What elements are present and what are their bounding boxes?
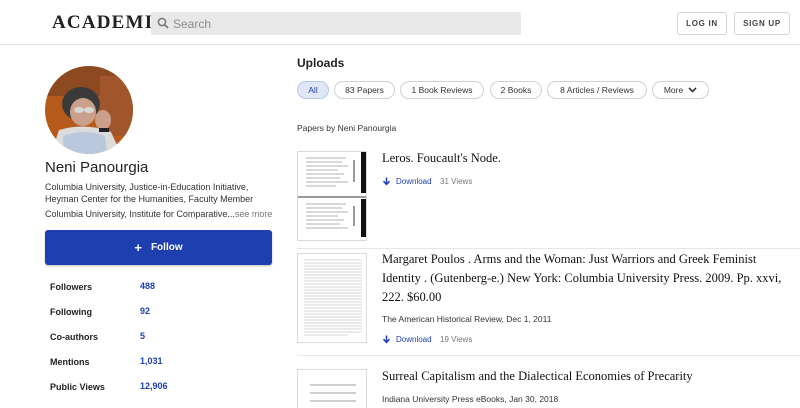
- download-label: Download: [396, 335, 432, 344]
- download-arrow-icon: [382, 177, 391, 186]
- tab-articles-reviews[interactable]: 8 Articles / Reviews: [547, 81, 647, 99]
- paper-thumbnail[interactable]: [297, 369, 367, 408]
- search-input[interactable]: [173, 12, 513, 35]
- tab-books[interactable]: 2 Books: [490, 81, 542, 99]
- top-header: ACADEMIA LOG IN SIGN UP: [0, 0, 800, 45]
- search-bar[interactable]: [151, 12, 521, 35]
- affiliation-line-1: Columbia University, Justice-in-Educatio…: [45, 182, 249, 192]
- download-label: Download: [396, 177, 432, 186]
- search-icon: [157, 17, 169, 29]
- stat-following-label: Following: [50, 307, 92, 317]
- views-count: 19 Views: [440, 335, 473, 344]
- chevron-down-icon: [688, 87, 697, 93]
- stat-mentions-label: Mentions: [50, 357, 90, 367]
- signup-button[interactable]: SIGN UP: [734, 12, 790, 35]
- stat-public-views-label: Public Views: [50, 382, 105, 392]
- tab-more[interactable]: More: [652, 81, 709, 99]
- stat-coauthors-label: Co-authors: [50, 332, 98, 342]
- affiliation-line-2: Heyman Center for the Humanities, Facult…: [45, 194, 254, 204]
- download-arrow-icon: [382, 335, 391, 344]
- profile-name: Neni Panourgia: [45, 159, 149, 176]
- papers-subheading: Papers by Neni Panourgia: [297, 123, 397, 133]
- affiliation-line-3: Columbia University, Institute for Compa…: [45, 208, 272, 220]
- tab-more-label: More: [663, 85, 684, 95]
- affiliation-text: Columbia University, Institute for Compa…: [45, 209, 235, 219]
- divider: [297, 355, 800, 356]
- stat-mentions-value[interactable]: 1,031: [140, 356, 163, 366]
- download-link[interactable]: Download: [382, 177, 432, 186]
- paper-title[interactable]: Leros. Foucault's Node.: [382, 149, 794, 168]
- publication-info: The American Historical Review, Dec 1, 2…: [382, 314, 552, 324]
- avatar: [45, 66, 133, 154]
- tab-book-reviews[interactable]: 1 Book Reviews: [400, 81, 484, 99]
- divider: [297, 248, 800, 249]
- views-count: 31 Views: [440, 177, 473, 186]
- follow-button[interactable]: + Follow: [45, 230, 272, 265]
- paper-title[interactable]: Surreal Capitalism and the Dialectical E…: [382, 367, 794, 386]
- paper-title[interactable]: Margaret Poulos . Arms and the Woman: Ju…: [382, 250, 794, 307]
- paper-thumbnail[interactable]: [297, 151, 367, 241]
- publication-info: Indiana University Press eBooks, Jan 30,…: [382, 394, 559, 404]
- plus-icon: +: [134, 239, 142, 255]
- stat-followers-label: Followers: [50, 282, 93, 292]
- follow-label: Follow: [150, 242, 183, 253]
- paper-thumbnail[interactable]: [297, 253, 367, 343]
- stat-coauthors-value[interactable]: 5: [140, 331, 145, 341]
- uploads-heading: Uploads: [297, 56, 345, 70]
- download-link[interactable]: Download: [382, 335, 432, 344]
- tab-all[interactable]: All: [297, 81, 329, 99]
- stat-followers-value[interactable]: 488: [140, 281, 155, 291]
- stat-following-value[interactable]: 92: [140, 306, 150, 316]
- tab-papers[interactable]: 83 Papers: [334, 81, 395, 99]
- see-more-link[interactable]: see more: [235, 209, 273, 219]
- stat-public-views-value[interactable]: 12,906: [140, 381, 168, 391]
- login-button[interactable]: LOG IN: [677, 12, 727, 35]
